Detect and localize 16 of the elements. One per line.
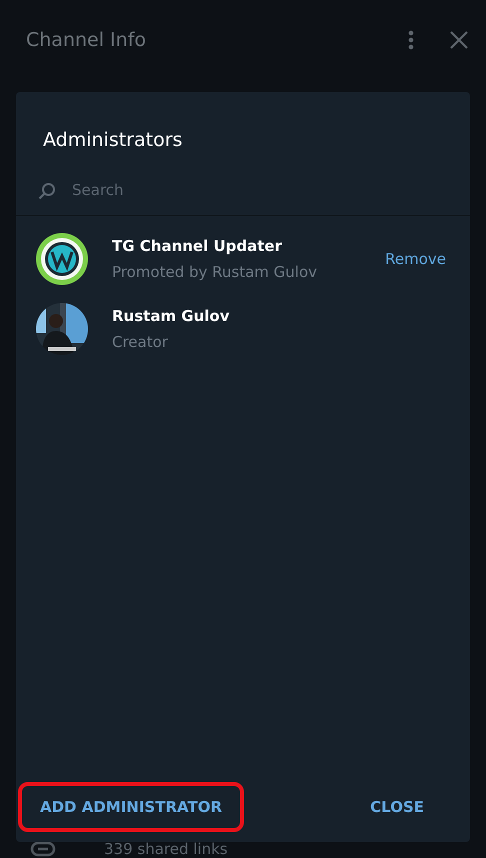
close-button[interactable]: CLOSE (348, 782, 446, 832)
member-name: TG Channel Updater (112, 236, 283, 256)
member-name: Rustam Gulov (112, 306, 231, 326)
search-icon (38, 182, 56, 200)
member-status: Promoted by Rustam Gulov (112, 262, 318, 283)
member-status: Creator (112, 332, 169, 353)
close-icon[interactable] (450, 31, 468, 49)
avatar-icon (36, 233, 88, 285)
panel-title: Channel Info (26, 28, 148, 53)
link-icon (30, 841, 56, 858)
search-field[interactable]: Search (72, 179, 448, 202)
shared-links-text: 339 shared links (104, 839, 228, 858)
more-icon[interactable] (408, 30, 414, 50)
dialog-title: Administrators (43, 128, 182, 153)
remove-link[interactable]: Remove (385, 248, 446, 270)
add-administrator-button[interactable]: ADD ADMINISTRATOR (18, 782, 244, 832)
